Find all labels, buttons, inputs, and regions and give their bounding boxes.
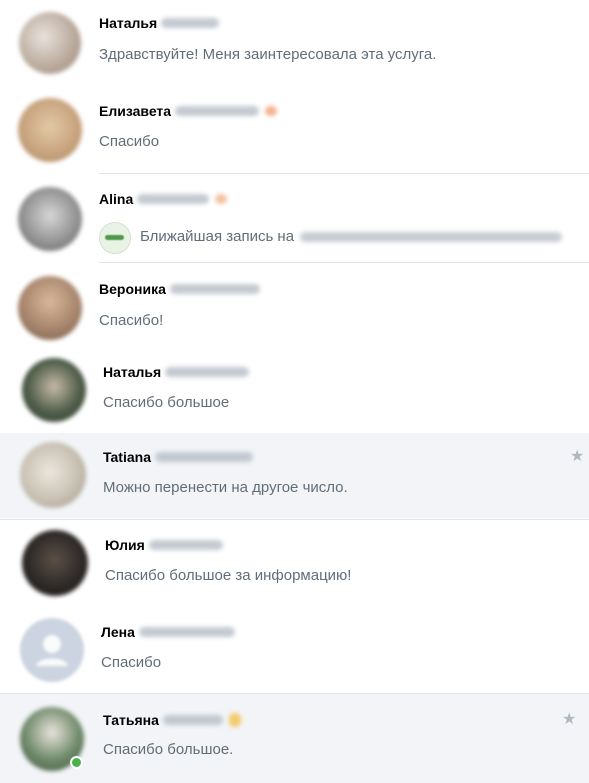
avatar[interactable] <box>20 442 86 508</box>
last-message: Спасибо! <box>99 312 164 329</box>
last-message: Спасибо <box>99 133 160 150</box>
dialog-item[interactable]: Alina Ближайшая запись на <box>0 175 589 263</box>
dialog-name[interactable]: Вероника <box>99 281 166 297</box>
divider <box>99 262 589 263</box>
dialog-item[interactable]: Вероника Спасибо! <box>0 264 589 348</box>
avatar[interactable] <box>19 12 81 74</box>
dialog-item[interactable]: Наталья Здравствуйте! Меня заинтересовал… <box>0 0 589 88</box>
last-message: Можно перенести на другое число. <box>103 479 348 496</box>
dialog-item[interactable]: Елизавета Спасибо <box>0 88 589 174</box>
last-message: Спасибо большое <box>103 394 230 411</box>
dialog-name[interactable]: Елизавета <box>99 103 171 119</box>
surname-blurred <box>148 540 223 550</box>
emoji-icon <box>215 194 228 204</box>
star-icon[interactable]: ★ <box>570 446 584 466</box>
last-message: Ближайшая запись на <box>140 228 563 245</box>
last-message: Здравствуйте! Меня заинтересовала эта ус… <box>99 46 437 63</box>
emoji-icon <box>228 713 241 727</box>
avatar[interactable] <box>18 276 82 340</box>
dialog-item[interactable]: Tatiana Можно перенести на другое число.… <box>0 433 589 518</box>
surname-blurred <box>165 367 250 377</box>
last-message: Спасибо большое. <box>103 741 234 758</box>
dialog-item[interactable]: Наталья Спасибо большое <box>0 348 589 433</box>
avatar[interactable] <box>22 358 86 422</box>
dialog-item[interactable]: Юлия Спасибо большое за информацию! <box>0 519 589 607</box>
surname-blurred <box>169 284 260 294</box>
surname-blurred <box>161 18 220 28</box>
avatar[interactable] <box>20 618 84 682</box>
last-message: Спасибо <box>101 654 162 671</box>
star-icon[interactable]: ★ <box>562 709 576 729</box>
dialog-name[interactable]: Юлия <box>105 537 145 553</box>
attachment-text: Ближайшая запись на <box>140 228 295 245</box>
surname-blurred <box>154 452 253 462</box>
avatar[interactable] <box>22 530 88 596</box>
surname-blurred <box>138 627 235 637</box>
divider <box>0 693 589 694</box>
dialog-name[interactable]: Alina <box>99 191 133 207</box>
dialog-name[interactable]: Tatiana <box>103 449 151 465</box>
avatar[interactable] <box>18 98 82 162</box>
surname-blurred <box>137 194 210 204</box>
dialog-item[interactable]: Лена Спасибо <box>0 607 589 693</box>
dialog-name[interactable]: Наталья <box>103 364 161 380</box>
dialog-name[interactable]: Наталья <box>99 15 157 31</box>
divider <box>99 173 589 174</box>
surname-blurred <box>175 106 260 116</box>
divider <box>0 519 589 520</box>
dialog-name[interactable]: Татьяна <box>103 712 159 728</box>
studio-logo-icon <box>99 222 131 254</box>
emoji-icon <box>265 106 278 116</box>
last-message: Спасибо большое за информацию! <box>105 567 352 584</box>
avatar[interactable] <box>18 187 82 251</box>
user-silhouette-icon <box>36 635 68 666</box>
online-indicator <box>70 756 83 769</box>
message-blurred <box>300 232 563 243</box>
dialog-name[interactable]: Лена <box>101 624 135 640</box>
dialog-item[interactable]: Татьяна Спасибо большое. ★ <box>0 693 589 783</box>
surname-blurred <box>162 715 223 725</box>
